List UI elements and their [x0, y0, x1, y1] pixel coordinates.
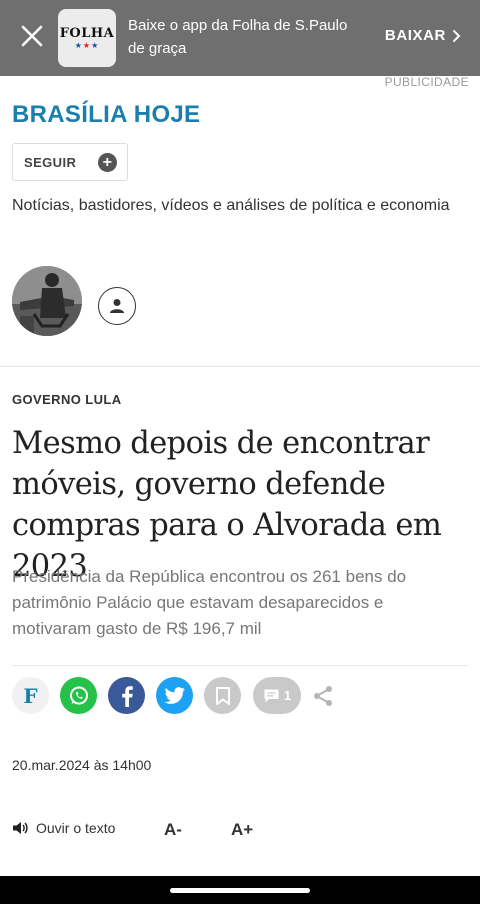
folha-app-logo: FOLHA ★★★: [58, 9, 116, 67]
facebook-icon: [121, 685, 133, 707]
folha-share-button[interactable]: F: [12, 677, 49, 714]
article-dateline: 20.mar.2024 às 14h00: [12, 757, 152, 773]
twitter-share-button[interactable]: [156, 677, 193, 714]
comment-icon: [264, 689, 279, 702]
article-kicker[interactable]: GOVERNO LULA: [12, 392, 122, 407]
bookmark-icon: [215, 686, 230, 705]
logo-text: FOLHA: [59, 25, 115, 41]
folha-share-label: F: [23, 683, 38, 708]
chevron-right-icon: [453, 29, 461, 42]
close-icon[interactable]: [18, 22, 46, 50]
plus-icon: +: [98, 153, 117, 172]
whatsapp-share-button[interactable]: [60, 677, 97, 714]
author-profile-button[interactable]: [98, 287, 136, 325]
whatsapp-icon: [69, 686, 88, 704]
author-avatar[interactable]: [12, 266, 82, 336]
share-divider: [12, 665, 468, 666]
listen-button[interactable]: Ouvir o texto: [12, 820, 115, 836]
share-bar: F 1: [12, 677, 472, 715]
home-indicator[interactable]: [170, 888, 310, 893]
comments-count: 1: [283, 688, 292, 703]
facebook-share-button[interactable]: [108, 677, 145, 714]
author-photo-image: [12, 266, 82, 336]
article-subheadline: Presidência da República encontrou os 26…: [12, 567, 407, 638]
ad-label: PUBLICIDADE: [384, 75, 469, 89]
article-tools: Ouvir o texto A- A+: [12, 818, 468, 842]
speaker-icon: [13, 822, 28, 834]
share-icon[interactable]: [311, 684, 335, 708]
comments-button[interactable]: 1: [253, 677, 301, 714]
twitter-icon: [164, 686, 185, 704]
section-divider: [0, 366, 480, 367]
logo-stars-icon: ★★★: [74, 40, 100, 50]
column-description: Notícias, bastidores, vídeos e análises …: [12, 197, 450, 214]
article-headline: Mesmo depois de encontrar móveis, govern…: [12, 426, 442, 584]
font-decrease-button[interactable]: A-: [164, 820, 182, 840]
download-button[interactable]: BAIXAR: [385, 27, 462, 44]
follow-button-label: SEGUIR: [24, 154, 77, 170]
listen-label: Ouvir o texto: [36, 820, 116, 836]
download-button-label: BAIXAR: [384, 27, 446, 44]
follow-button[interactable]: SEGUIR +: [12, 143, 128, 181]
banner-message: Baixe o app da Folha de S.Paulo de graça: [128, 17, 348, 57]
system-navigation-bar: [0, 876, 480, 904]
user-icon: [110, 299, 124, 313]
font-increase-button[interactable]: A+: [231, 820, 253, 840]
app-download-banner: FOLHA ★★★ Baixe o app da Folha de S.Paul…: [0, 0, 480, 76]
save-article-button[interactable]: [204, 677, 241, 714]
column-title[interactable]: BRASÍLIA HOJE: [12, 101, 200, 129]
